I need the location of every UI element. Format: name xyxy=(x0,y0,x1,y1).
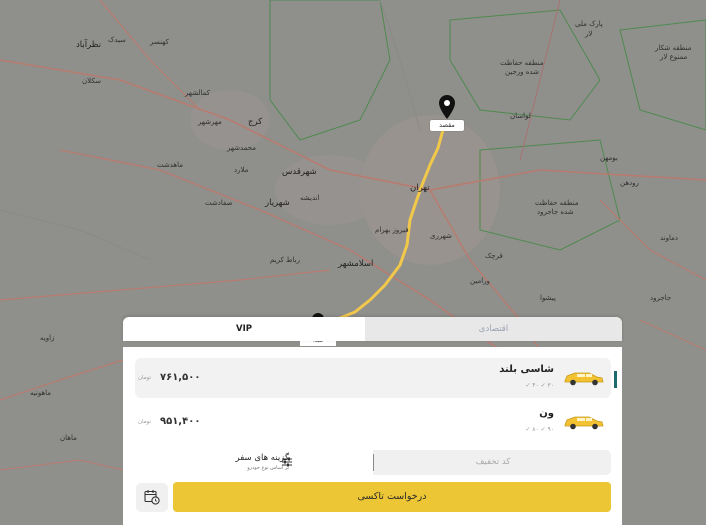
svg-text:لار: لار xyxy=(584,30,592,38)
options-bar: گزینه های سفر بر اساس نوع خودرو کد تخفیف xyxy=(135,450,611,475)
svg-text:ماهونیه: ماهونیه xyxy=(30,389,51,397)
svg-text:کرج: کرج xyxy=(248,117,263,127)
svg-text:ورامین: ورامین xyxy=(470,277,490,285)
ride-price: ۹۵۱,۴۰۰ xyxy=(160,416,201,427)
divider xyxy=(373,454,374,471)
schedule-button[interactable] xyxy=(136,483,168,512)
trip-options-button[interactable]: گزینه های سفر بر اساس نوع خودرو xyxy=(135,450,373,475)
ride-capacity: ۹۰ ✓ ۸۰ ✓ xyxy=(525,426,554,433)
svg-text:زاویه: زاویه xyxy=(40,334,54,342)
origin-pin-label: مقصد xyxy=(430,120,464,131)
svg-text:شده ورجین: شده ورجین xyxy=(505,68,539,76)
svg-text:منطقه حفاظت: منطقه حفاظت xyxy=(500,59,544,67)
map-pin-icon xyxy=(439,95,455,119)
ride-option-van[interactable]: ون ۹۰ ✓ ۸۰ ✓ ۹۵۱,۴۰۰ تومان xyxy=(135,402,611,442)
svg-text:اسلامشهر: اسلامشهر xyxy=(337,259,373,269)
ride-class-tabs: VIP اقتصادی xyxy=(123,317,622,341)
svg-text:پیشوا: پیشوا xyxy=(540,294,556,302)
ride-capacity: ۳۰ ✓ ۴۰ ✓ xyxy=(525,382,554,389)
svg-text:ممنوع لار: ممنوع لار xyxy=(659,53,688,61)
ride-name: ون xyxy=(539,408,554,419)
selected-indicator xyxy=(614,371,617,388)
svg-text:شده جاجرود: شده جاجرود xyxy=(537,208,574,216)
calendar-clock-icon xyxy=(144,490,160,505)
svg-text:دماوند: دماوند xyxy=(660,234,678,242)
ride-price: ۷۶۱,۵۰۰ xyxy=(160,372,201,383)
request-taxi-button[interactable]: درخواست تاکسی xyxy=(173,482,611,512)
svg-text:جاجرود: جاجرود xyxy=(650,294,671,302)
svg-text:سکلان: سکلان xyxy=(82,77,101,85)
taxi-car-icon xyxy=(564,416,604,430)
svg-text:مهرشهر: مهرشهر xyxy=(197,118,222,126)
svg-text:اندیشه: اندیشه xyxy=(300,194,320,202)
svg-text:رباط کریم: رباط کریم xyxy=(270,256,300,264)
svg-text:صفادشت: صفادشت xyxy=(205,199,233,207)
svg-text:قرچک: قرچک xyxy=(485,252,503,260)
price-unit: تومان xyxy=(138,375,152,381)
svg-text:ماهدشت: ماهدشت xyxy=(157,161,183,169)
svg-text:کمالشهر: کمالشهر xyxy=(184,89,211,97)
svg-text:شهرقدس: شهرقدس xyxy=(282,167,317,177)
svg-text:پارک ملی: پارک ملی xyxy=(575,20,603,28)
svg-text:شهرری: شهرری xyxy=(430,232,452,240)
svg-text:سیدک: سیدک xyxy=(108,36,126,44)
svg-text:محمدشهر: محمدشهر xyxy=(226,144,256,152)
price-unit: تومان xyxy=(138,419,152,425)
tab-economy[interactable]: اقتصادی xyxy=(365,317,622,341)
taxi-car-icon xyxy=(564,372,604,386)
sliders-icon xyxy=(282,457,292,467)
tab-vip[interactable]: VIP xyxy=(123,317,365,341)
ride-option-suv[interactable]: شاسی بلند ۳۰ ✓ ۴۰ ✓ ۷۶۱,۵۰۰ تومان xyxy=(135,358,611,398)
svg-text:فیروز بهرام: فیروز بهرام xyxy=(375,226,409,234)
svg-text:شهریار: شهریار xyxy=(264,198,290,208)
svg-text:کهنسر: کهنسر xyxy=(149,38,169,46)
discount-code-button[interactable]: کد تخفیف xyxy=(375,450,611,475)
svg-text:تهران: تهران xyxy=(410,183,430,193)
svg-text:رودهن: رودهن xyxy=(620,179,639,187)
svg-text:ماهان: ماهان xyxy=(60,434,77,442)
svg-text:نظرآباد: نظرآباد xyxy=(76,38,101,50)
svg-text:لواسان: لواسان xyxy=(510,112,531,120)
ride-name: شاسی بلند xyxy=(499,364,554,375)
svg-text:بومهن: بومهن xyxy=(600,154,618,162)
svg-text:منطقه حفاظت: منطقه حفاظت xyxy=(535,199,579,207)
svg-text:منطقه شکار: منطقه شکار xyxy=(654,44,692,52)
svg-text:ملارد: ملارد xyxy=(234,166,249,174)
